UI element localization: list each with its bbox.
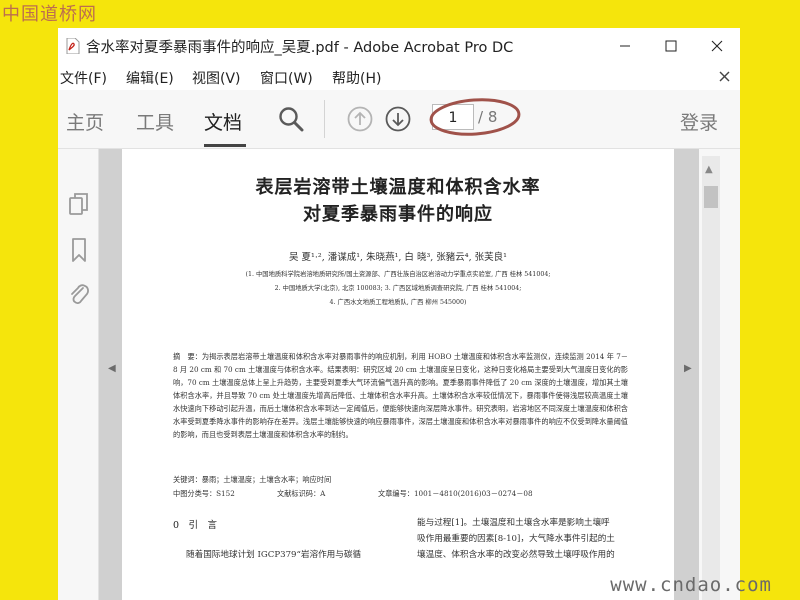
paper-authors: 吴 夏¹·², 潘谋成¹, 朱晓燕¹, 白 晓³, 张豬云⁴, 张芙良¹: [289, 252, 507, 263]
scrollbar-thumb[interactable]: [704, 186, 718, 208]
paper-title-line-2: 对夏季暴雨事件的响应: [303, 204, 493, 225]
acrobat-window: 含水率对夏季暴雨事件的响应_吴夏.pdf - Adobe Acrobat Pro…: [58, 28, 740, 600]
class-number: 中图分类号：S152: [173, 489, 235, 498]
maximize-button[interactable]: [648, 28, 694, 64]
right-column-text-line: 吸作用最重要的因素[8-10]，大气降水事件引起的土: [417, 534, 615, 544]
keywords-line: 关键词：暴雨；土壤温度；土壤含水率；响应时间: [173, 475, 332, 484]
close-icon: [711, 40, 723, 52]
search-button[interactable]: [276, 104, 306, 134]
title-bar: 含水率对夏季暴雨事件的响应_吴夏.pdf - Adobe Acrobat Pro…: [58, 28, 740, 64]
minimize-button[interactable]: [602, 28, 648, 64]
left-navigation-panel: [58, 149, 99, 600]
document-code: 文献标识码：A: [277, 489, 326, 498]
search-icon: [279, 107, 304, 132]
login-button[interactable]: 登录: [680, 108, 718, 135]
menu-edit[interactable]: 编辑(E): [126, 68, 174, 88]
right-column-text-line: 能与过程[1]。土壤温度和土壤含水率是影响土壤呼: [417, 518, 610, 528]
vertical-scrollbar[interactable]: ▲: [702, 156, 720, 600]
menu-view[interactable]: 视图(V): [192, 68, 241, 88]
close-button[interactable]: [694, 28, 740, 64]
affiliation-line: 4. 广西水文地质工程地质队, 广西 柳州 545000): [329, 299, 467, 306]
menu-file[interactable]: 文件(F): [60, 68, 107, 88]
paper-title-line-1: 表层岩溶带土壤温度和体积含水率: [255, 177, 541, 198]
bookmark-icon: [72, 238, 86, 262]
watermark-bottom: www.cndao.com: [610, 574, 772, 596]
article-number: 文章编号：1001－4810(2016)03－0274－08: [378, 489, 533, 498]
menu-bar: 文件(F) 编辑(E) 视图(V) 窗口(W) 帮助(H): [58, 64, 740, 90]
close-document-button[interactable]: [719, 67, 730, 86]
bookmarks-button[interactable]: [66, 235, 92, 265]
page-up-icon: [347, 106, 373, 132]
pdf-page: 表层岩溶带土壤温度和体积含水率 对夏季暴雨事件的响应 吴 夏¹·², 潘谋成¹,…: [122, 149, 674, 600]
previous-page-button[interactable]: [346, 105, 374, 133]
abstract-paragraph: 摘 要：为揭示表层岩溶带土壤温度和体积含水率对暴雨事件的响应机制，利用 HOBO…: [173, 352, 628, 439]
hand-drawn-annotation: [429, 98, 521, 136]
classification-line: 中图分类号：S152 文献标识码：A 文章编号：1001－4810(2016)0…: [173, 489, 628, 499]
tab-tools[interactable]: 工具: [136, 108, 174, 135]
collapse-left-panel-arrow-icon[interactable]: ◀: [108, 363, 116, 374]
tab-document[interactable]: 文档: [204, 108, 242, 135]
menu-help[interactable]: 帮助(H): [332, 68, 381, 88]
menu-window[interactable]: 窗口(W): [260, 68, 313, 88]
affiliation-line: (1. 中国地质科学院岩溶地质研究所/国土资源部、广西壮族自治区岩溶动力学重点实…: [245, 271, 551, 278]
pdf-file-icon: [66, 38, 80, 54]
minimize-icon: [620, 45, 630, 47]
page-down-icon: [385, 106, 411, 132]
active-tab-indicator: [204, 144, 246, 147]
copy-pages-icon: [69, 193, 88, 215]
window-title: 含水率对夏季暴雨事件的响应_吴夏.pdf - Adobe Acrobat Pro…: [86, 40, 514, 56]
section-heading: 0 引 言: [173, 520, 218, 531]
attachments-button[interactable]: [66, 279, 92, 309]
tab-home[interactable]: 主页: [66, 108, 104, 135]
toolbar: 主页 工具 文档 1 / 8 登录: [58, 90, 740, 149]
page-thumbnails-button[interactable]: [66, 189, 92, 219]
attachment-icon: [71, 284, 89, 304]
right-column-text-line: 壤温度、体积含水率的改变必然导致土壤呼吸作用的: [417, 550, 615, 560]
toolbar-separator: [324, 100, 325, 138]
scroll-up-arrow-icon[interactable]: ▲: [705, 164, 713, 175]
next-page-button[interactable]: [384, 105, 412, 133]
expand-right-panel-arrow-icon[interactable]: ▶: [684, 363, 692, 374]
close-icon: [719, 71, 730, 82]
watermark-top: 中国道桥网: [2, 4, 97, 25]
affiliation-line: 2. 中国地质大学(北京), 北京 100083; 3. 广西区域地质调查研究院…: [274, 285, 522, 292]
maximize-icon: [665, 40, 677, 52]
left-column-text-line: 随着国际地球计划 IGCP379“岩溶作用与碳循: [186, 550, 362, 560]
